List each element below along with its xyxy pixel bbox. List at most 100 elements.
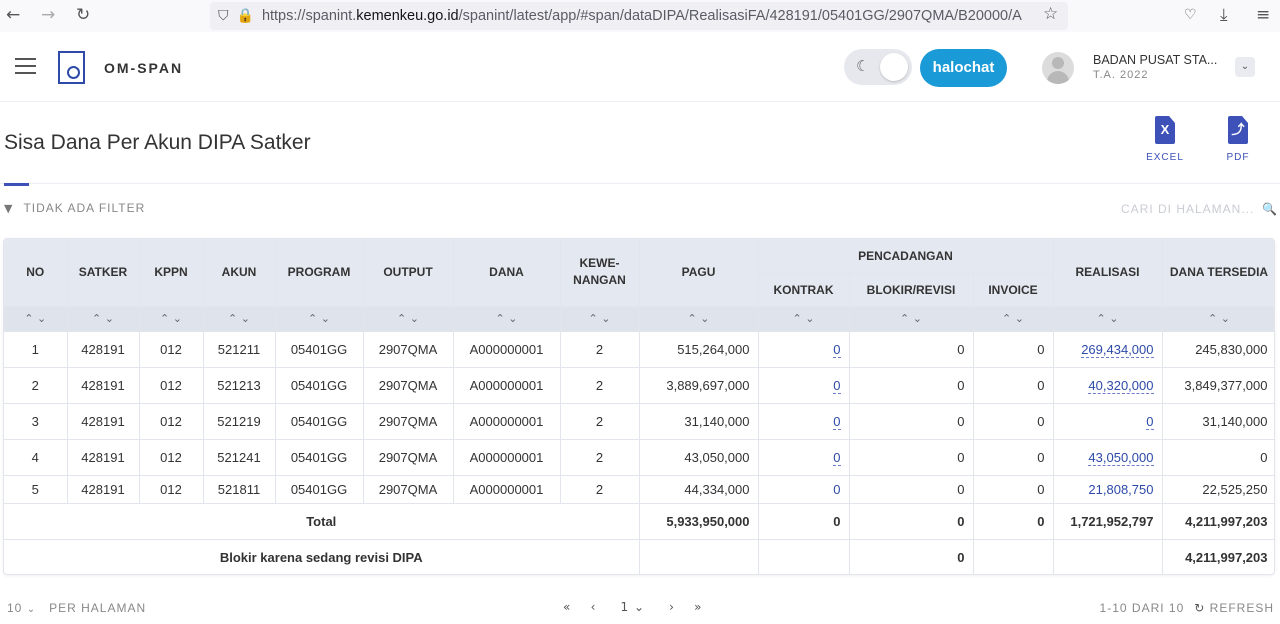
- cell-satker: 428191: [67, 367, 140, 404]
- cell-kew: 2: [560, 439, 640, 476]
- cell-dana: A000000001: [453, 439, 561, 476]
- logo-icon: [58, 51, 85, 84]
- cell-program: 05401GG: [275, 439, 364, 476]
- col-kontrak[interactable]: KONTRAK: [758, 273, 850, 307]
- sort-controls[interactable]: ⌃ ⌄: [758, 306, 850, 332]
- col-realisasi[interactable]: REALISASI: [1053, 239, 1163, 307]
- cell-realisasi[interactable]: 0: [1053, 403, 1163, 440]
- cell-link[interactable]: 40,320,000: [1088, 377, 1154, 394]
- cell-kppn: 012: [139, 403, 204, 440]
- cell-kontrak[interactable]: 0: [758, 439, 850, 476]
- download-icon[interactable]: ⤓: [1220, 5, 1228, 25]
- sort-controls[interactable]: ⌃ ⌄: [639, 306, 759, 332]
- sort-controls[interactable]: ⌃ ⌄: [849, 306, 974, 332]
- col-no[interactable]: NO: [4, 239, 68, 307]
- sort-controls[interactable]: ⌃ ⌄: [363, 306, 454, 332]
- page-nav: « ‹ 1 ⌄ › »: [563, 600, 703, 614]
- search-input[interactable]: CARI DI HALAMAN... 🔍: [1121, 202, 1278, 216]
- col-program[interactable]: PROGRAM: [275, 239, 364, 307]
- pocket-icon[interactable]: ♡: [1184, 7, 1197, 23]
- cell-link[interactable]: 43,050,000: [1088, 449, 1154, 466]
- cell-tersedia: 22,525,250: [1162, 475, 1274, 504]
- cell-kontrak[interactable]: 0: [758, 331, 850, 368]
- col-output[interactable]: OUTPUT: [363, 239, 454, 307]
- export-pdf-label: PDF: [1226, 152, 1250, 163]
- next-page-icon[interactable]: ›: [669, 600, 675, 614]
- cell-satker: 428191: [67, 403, 140, 440]
- refresh-button[interactable]: ↻ REFRESH: [1194, 601, 1274, 615]
- halochat-button[interactable]: halochat: [920, 49, 1007, 87]
- data-table: NO SATKER KPPN AKUN PROGRAM OUTPUT DANA …: [3, 238, 1275, 575]
- page-size-value: 10: [7, 601, 23, 615]
- cell-kontrak[interactable]: 0: [758, 403, 850, 440]
- cell-kontrak[interactable]: 0: [758, 367, 850, 404]
- cell-program: 05401GG: [275, 367, 364, 404]
- col-kppn[interactable]: KPPN: [139, 239, 204, 307]
- col-kewenangan[interactable]: KEWE-NANGAN: [560, 239, 640, 307]
- cell-realisasi[interactable]: 40,320,000: [1053, 367, 1163, 404]
- cell-invoice: 0: [973, 331, 1054, 368]
- sort-controls[interactable]: ⌃ ⌄: [203, 306, 276, 332]
- col-dana[interactable]: DANA: [453, 239, 561, 307]
- cell-satker: 428191: [67, 475, 140, 504]
- app-header: OM-SPAN ☾ halochat BADAN PUSAT STA... T.…: [0, 32, 1280, 102]
- filter-button[interactable]: ▼ TIDAK ADA FILTER: [4, 201, 145, 215]
- first-page-icon[interactable]: «: [563, 600, 571, 614]
- cell-output: 2907QMA: [363, 367, 454, 404]
- chevron-down-icon[interactable]: ⌄: [1235, 57, 1255, 77]
- prev-page-icon[interactable]: ‹: [591, 600, 597, 614]
- avatar[interactable]: [1042, 52, 1074, 84]
- cell-link[interactable]: 0: [833, 413, 841, 430]
- sort-controls[interactable]: ⌃ ⌄: [1053, 306, 1163, 332]
- sort-controls[interactable]: ⌃ ⌄: [275, 306, 364, 332]
- col-pagu[interactable]: PAGU: [639, 239, 759, 307]
- cell-kppn: 012: [139, 331, 204, 368]
- col-blokir-revisi[interactable]: BLOKIR/REVISI: [849, 273, 974, 307]
- range-label: 1-10 DARI 10: [1099, 601, 1185, 615]
- star-icon[interactable]: ☆: [1043, 4, 1058, 24]
- cell-realisasi[interactable]: 269,434,000: [1053, 331, 1163, 368]
- export-excel-label: EXCEL: [1146, 152, 1184, 163]
- sort-controls[interactable]: ⌃ ⌄: [560, 306, 640, 332]
- hamburger-icon[interactable]: [15, 58, 36, 74]
- reload-icon[interactable]: ↻: [76, 5, 90, 25]
- theme-toggle[interactable]: ☾: [844, 49, 912, 85]
- sort-controls[interactable]: ⌃ ⌄: [1162, 306, 1274, 332]
- cell-realisasi[interactable]: 43,050,000: [1053, 439, 1163, 476]
- last-page-icon[interactable]: »: [694, 600, 702, 614]
- cell-link[interactable]: 0: [1146, 413, 1154, 430]
- sort-controls[interactable]: ⌃ ⌄: [453, 306, 561, 332]
- col-akun[interactable]: AKUN: [203, 239, 276, 307]
- export-excel-button[interactable]: X EXCEL: [1145, 116, 1185, 163]
- cell-link[interactable]: 269,434,000: [1081, 341, 1154, 358]
- cell-program: 05401GG: [275, 475, 364, 504]
- sort-controls[interactable]: ⌃ ⌄: [67, 306, 140, 332]
- cell-link[interactable]: 0: [833, 341, 841, 358]
- sort-controls[interactable]: ⌃ ⌄: [973, 306, 1054, 332]
- cell-link[interactable]: 0: [833, 449, 841, 466]
- cell-satker: 428191: [67, 439, 140, 476]
- cell-no: 3: [4, 403, 68, 440]
- total-label: Total: [4, 503, 640, 540]
- col-invoice[interactable]: INVOICE: [973, 273, 1054, 307]
- total-realisasi: 1,721,952,797: [1053, 503, 1163, 540]
- total-row: Total 5,933,950,000 0 0 0 1,721,952,797 4,211,…: [4, 503, 1274, 540]
- col-dana-tersedia[interactable]: DANA TERSEDIA: [1162, 239, 1274, 307]
- forward-arrow-icon[interactable]: →: [41, 5, 55, 25]
- total-tersedia: 4,211,997,203: [1162, 503, 1274, 540]
- col-satker[interactable]: SATKER: [67, 239, 140, 307]
- address-bar[interactable]: ⛉ 🔒 https://spanint.kemenkeu.go.id/spani…: [210, 2, 1068, 30]
- user-name[interactable]: BADAN PUSAT STA...: [1093, 53, 1217, 67]
- sort-controls[interactable]: ⌃ ⌄: [4, 306, 68, 332]
- table-row: 4 428191 012 521241 05401GG 2907QMA A000000001…: [4, 439, 1274, 476]
- cell-dana: A000000001: [453, 331, 561, 368]
- refresh-label: REFRESH: [1209, 601, 1274, 615]
- cell-link[interactable]: 0: [833, 377, 841, 394]
- menu-icon[interactable]: ≡: [1256, 5, 1270, 25]
- page-size-select[interactable]: 10 ⌄ PER HALAMAN: [7, 601, 146, 615]
- current-page-select[interactable]: 1 ⌄: [621, 600, 646, 614]
- search-icon[interactable]: 🔍: [1262, 202, 1278, 216]
- sort-controls[interactable]: ⌃ ⌄: [139, 306, 204, 332]
- export-pdf-button[interactable]: ⤴ PDF: [1218, 116, 1258, 163]
- back-arrow-icon[interactable]: ←: [6, 5, 20, 25]
